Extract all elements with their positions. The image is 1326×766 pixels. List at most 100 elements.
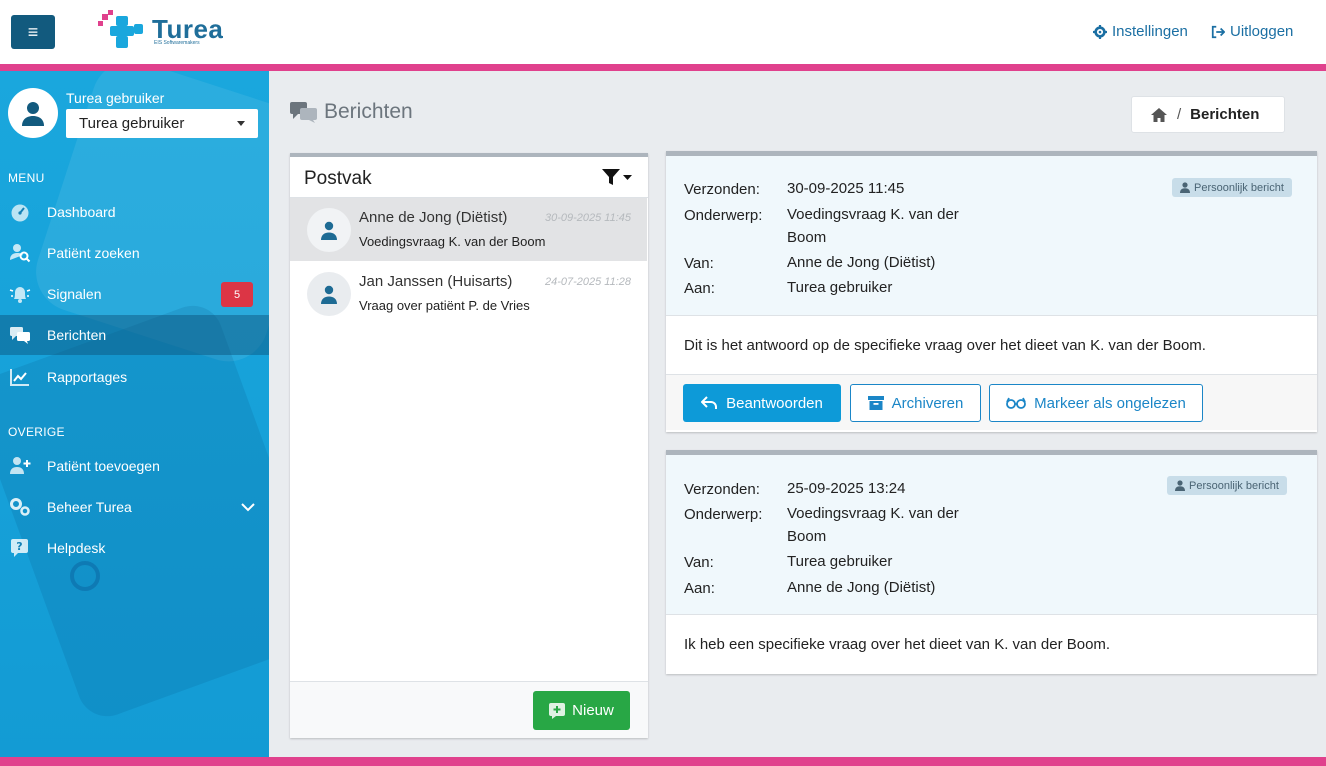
comments-icon [290, 102, 317, 123]
filter-dropdown-button[interactable] [602, 169, 632, 186]
user-select-value: Turea gebruiker [79, 115, 185, 132]
sidebar: Turea gebruiker Turea gebruiker MENU Das… [0, 71, 269, 757]
settings-label: Instellingen [1112, 23, 1188, 40]
header-accent-bar [0, 64, 1326, 71]
mark-unread-button[interactable]: Markeer als ongelezen [989, 384, 1203, 422]
logo-subtitle: EIS Softwaremakers [154, 40, 200, 46]
from-label: Van: [684, 554, 714, 571]
sent-label: Verzonden: [684, 481, 760, 498]
sent-value: 25-09-2025 13:24 [787, 480, 906, 497]
avatar [307, 272, 351, 316]
breadcrumb-separator: / [1177, 106, 1182, 123]
message-date: 24-07-2025 11:28 [544, 276, 631, 288]
reply-icon [701, 396, 718, 409]
question-icon: ? [8, 537, 32, 559]
message-sender: Anne de Jong (Diëtist) [359, 209, 508, 226]
message-actions: Beantwoorden Archiveren Markeer als onge… [666, 374, 1317, 430]
postvak-footer: Nieuw [290, 681, 648, 738]
sidebar-item-patient-toevoegen[interactable]: Patiënt toevoegen [0, 446, 269, 486]
message-subject: Vraag over patiënt P. de Vries [359, 298, 530, 313]
user-plus-icon [8, 455, 32, 477]
from-value: Turea gebruiker [787, 553, 893, 570]
personal-message-label: Persoonlijk bericht [1194, 181, 1284, 194]
sidebar-item-dashboard[interactable]: Dashboard [0, 192, 269, 232]
message-card: Verzonden: 25-09-2025 13:24 Onderwerp: V… [666, 450, 1317, 674]
to-value: Turea gebruiker [787, 279, 893, 296]
caret-down-icon [623, 174, 632, 180]
sidebar-item-patient-zoeken[interactable]: Patiënt zoeken [0, 233, 269, 273]
sidebar-item-beheer-turea[interactable]: Beheer Turea [0, 487, 269, 527]
avatar [307, 208, 351, 252]
postvak-header: Postvak [290, 157, 648, 198]
sent-value: 30-09-2025 11:45 [787, 180, 905, 197]
gears-icon [8, 496, 32, 518]
logout-link[interactable]: Uitloggen [1211, 23, 1293, 40]
message-subject: Voedingsvraag K. van der Boom [359, 234, 546, 249]
message-body: Dit is het antwoord op de specifieke vra… [684, 337, 1206, 354]
glasses-icon [1006, 397, 1027, 409]
user-name: Turea gebruiker [66, 90, 165, 106]
user-icon [22, 102, 44, 126]
message-card: Verzonden: 30-09-2025 11:45 Onderwerp: V… [666, 151, 1317, 432]
menu-section-label: MENU [8, 171, 45, 185]
to-label: Aan: [684, 580, 715, 597]
bell-icon [8, 283, 32, 305]
list-item[interactable]: Anne de Jong (Diëtist) 30-09-2025 11:45 … [290, 198, 647, 261]
subject-label: Onderwerp: [684, 207, 763, 224]
user-icon [1180, 182, 1190, 193]
footer-accent-bar [0, 757, 1326, 766]
to-value: Anne de Jong (Diëtist) [787, 579, 936, 596]
personal-message-badge: Persoonlijk bericht [1167, 476, 1287, 495]
user-icon [321, 221, 337, 240]
sidebar-item-signalen[interactable]: Signalen 5 [0, 274, 269, 314]
sidebar-item-berichten[interactable]: Berichten [0, 315, 269, 355]
message-sender: Jan Janssen (Huisarts) [359, 273, 513, 290]
turea-logo[interactable]: Turea EIS Softwaremakers [98, 10, 228, 50]
dashboard-icon [8, 201, 32, 223]
reply-button[interactable]: Beantwoorden [683, 384, 841, 422]
subject-value-line1: Voedingsvraag K. van der [787, 505, 959, 522]
to-label: Aan: [684, 280, 715, 297]
sidebar-item-helpdesk[interactable]: ? Helpdesk [0, 528, 269, 568]
home-icon[interactable] [1150, 107, 1168, 123]
message-meta: Verzonden: 25-09-2025 13:24 Onderwerp: V… [666, 455, 1317, 615]
sign-out-icon [1211, 25, 1225, 38]
other-section-label: OVERIGE [8, 425, 65, 439]
message-date: 30-09-2025 11:45 [544, 212, 631, 224]
top-header: ≡ Turea EIS Softwaremakers Instellingen … [0, 0, 1326, 65]
sidebar-item-label: Patiënt zoeken [47, 245, 140, 261]
logout-label: Uitloggen [1230, 23, 1294, 40]
caret-down-icon [237, 121, 245, 126]
message-body: Ik heb een specifieke vraag over het die… [684, 636, 1111, 653]
sidebar-item-rapportages[interactable]: Rapportages [0, 357, 269, 397]
signalen-count-badge: 5 [221, 282, 253, 307]
sidebar-item-label: Berichten [47, 327, 107, 343]
page-title: Berichten [290, 100, 413, 124]
reply-label: Beantwoorden [726, 394, 823, 412]
postvak-panel: Postvak Anne de Jong (Diëtist) 30-09-202… [290, 153, 648, 738]
comments-icon [8, 324, 32, 346]
user-icon [1175, 480, 1185, 491]
comment-plus-icon [549, 702, 566, 719]
menu-toggle-button[interactable]: ≡ [11, 15, 55, 49]
breadcrumb-current: Berichten [1190, 106, 1260, 123]
sidebar-item-label: Helpdesk [47, 540, 106, 556]
subject-value-line1: Voedingsvraag K. van der [787, 206, 959, 223]
page-title-text: Berichten [324, 100, 413, 123]
message-meta: Verzonden: 30-09-2025 11:45 Onderwerp: V… [666, 156, 1317, 316]
user-select[interactable]: Turea gebruiker [66, 109, 258, 138]
subject-label: Onderwerp: [684, 506, 763, 523]
personal-message-badge: Persoonlijk bericht [1172, 178, 1292, 197]
archive-button[interactable]: Archiveren [850, 384, 981, 422]
from-label: Van: [684, 255, 714, 272]
new-message-button[interactable]: Nieuw [533, 691, 630, 730]
sidebar-item-label: Rapportages [47, 369, 128, 385]
gear-icon [1093, 24, 1107, 39]
logo-cross-icon [98, 10, 143, 48]
list-item[interactable]: Jan Janssen (Huisarts) 24-07-2025 11:28 … [290, 262, 647, 325]
hamburger-icon: ≡ [27, 21, 39, 42]
user-avatar [8, 88, 58, 138]
mark-unread-label: Markeer als ongelezen [1034, 394, 1186, 412]
settings-link[interactable]: Instellingen [1093, 23, 1188, 40]
chart-line-icon [8, 366, 32, 388]
